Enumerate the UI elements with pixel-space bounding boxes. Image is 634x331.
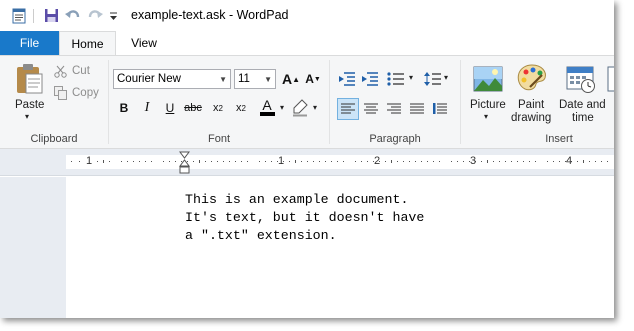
cut-icon[interactable] bbox=[53, 64, 67, 78]
ribbon-home: Paste ▾ Cut Copy Clipboard Courier New ▼… bbox=[0, 55, 614, 149]
text-color-icon[interactable]: A bbox=[257, 97, 277, 117]
bullets-icon[interactable] bbox=[385, 69, 407, 89]
clipboard-group-label: Clipboard bbox=[30, 133, 78, 145]
group-separator bbox=[460, 60, 461, 144]
wordpad-window: example-text.ask - WordPad File Home Vie… bbox=[0, 0, 614, 318]
highlight-color-icon[interactable] bbox=[291, 98, 309, 118]
document-canvas: This is an example document. It's text, … bbox=[0, 177, 614, 318]
title-separator bbox=[33, 9, 34, 23]
picture-dropdown-icon[interactable]: ▾ bbox=[484, 112, 488, 121]
paint-drawing-icon[interactable] bbox=[515, 62, 549, 94]
grow-font-icon[interactable]: A ▲ bbox=[281, 69, 301, 89]
document-page[interactable]: This is an example document. It's text, … bbox=[66, 177, 614, 318]
font-group-label: Font bbox=[207, 133, 230, 145]
ruler-ticks bbox=[71, 160, 608, 163]
ruler[interactable]: 1 1 2 3 4 bbox=[0, 149, 614, 176]
line-spacing-icon[interactable] bbox=[423, 69, 443, 89]
customize-toolbar-icon[interactable] bbox=[107, 7, 119, 24]
paste-dropdown-icon[interactable]: ▾ bbox=[25, 112, 29, 121]
insert-group-label: Insert bbox=[545, 133, 573, 145]
superscript-icon[interactable]: x2 bbox=[231, 98, 251, 118]
paint-drawing-label-2[interactable]: drawing bbox=[511, 112, 551, 124]
paragraph-group-label: Paragraph bbox=[369, 133, 421, 145]
date-time-icon[interactable] bbox=[565, 63, 597, 95]
document-line[interactable]: It's text, but it doesn't have bbox=[185, 210, 424, 225]
ruler-number: 3 bbox=[470, 155, 477, 167]
paint-drawing-label-1[interactable]: Paint bbox=[518, 99, 544, 111]
ribbon-tabs: File Home View bbox=[0, 31, 614, 56]
indent-marker-icon[interactable] bbox=[179, 151, 190, 175]
chevron-down-icon[interactable]: ▾ bbox=[444, 73, 448, 82]
copy-icon[interactable] bbox=[53, 85, 67, 100]
ruler-number: 4 bbox=[566, 155, 573, 167]
align-right-icon[interactable] bbox=[384, 99, 404, 119]
chevron-down-icon: ▼ bbox=[219, 75, 227, 84]
wordpad-app-icon[interactable] bbox=[10, 7, 28, 24]
ruler-number: 1 bbox=[86, 155, 93, 167]
document-line[interactable]: This is an example document. bbox=[185, 192, 408, 207]
font-size-value: 11 bbox=[238, 73, 250, 85]
strikethrough-icon[interactable]: abc bbox=[183, 98, 203, 118]
align-left-icon[interactable] bbox=[337, 98, 359, 120]
decrease-indent-icon[interactable] bbox=[337, 69, 357, 89]
redo-icon[interactable] bbox=[86, 7, 104, 24]
tab-file[interactable]: File bbox=[0, 31, 59, 55]
document-line[interactable]: a ".txt" extension. bbox=[185, 228, 337, 243]
tab-view[interactable]: View bbox=[116, 31, 172, 55]
save-icon[interactable] bbox=[42, 7, 60, 24]
paste-button[interactable]: Paste bbox=[15, 99, 44, 111]
insert-object-icon[interactable] bbox=[607, 64, 614, 94]
tab-home[interactable]: Home bbox=[59, 31, 116, 56]
picture-icon[interactable] bbox=[472, 64, 504, 94]
font-family-select[interactable]: Courier New ▼ bbox=[113, 69, 231, 89]
group-separator bbox=[329, 60, 330, 144]
window-title: example-text.ask - WordPad bbox=[131, 8, 289, 22]
ruler-number: 2 bbox=[374, 155, 381, 167]
date-time-label-1[interactable]: Date and bbox=[559, 99, 606, 111]
increase-indent-icon[interactable] bbox=[360, 69, 380, 89]
ruler-strip bbox=[66, 155, 614, 169]
paste-icon[interactable] bbox=[13, 62, 45, 96]
copy-button[interactable]: Copy bbox=[72, 87, 99, 99]
shrink-font-icon[interactable]: A ▼ bbox=[303, 69, 323, 89]
group-separator bbox=[108, 60, 109, 144]
font-size-select[interactable]: 11 ▼ bbox=[234, 69, 276, 89]
picture-button[interactable]: Picture bbox=[470, 99, 506, 111]
font-family-value: Courier New bbox=[117, 73, 181, 85]
title-bar: example-text.ask - WordPad bbox=[0, 0, 614, 31]
paragraph-dialog-icon[interactable] bbox=[430, 99, 450, 119]
subscript-icon[interactable]: x2 bbox=[208, 98, 228, 118]
justify-icon[interactable] bbox=[407, 99, 427, 119]
underline-icon[interactable]: U bbox=[160, 98, 180, 118]
cut-button[interactable]: Cut bbox=[72, 65, 90, 77]
chevron-down-icon: ▼ bbox=[264, 75, 272, 84]
ruler-number: 1 bbox=[278, 155, 285, 167]
italic-icon[interactable]: I bbox=[137, 98, 157, 118]
undo-icon[interactable] bbox=[64, 7, 82, 24]
chevron-down-icon[interactable]: ▾ bbox=[280, 103, 284, 112]
chevron-down-icon[interactable]: ▾ bbox=[313, 103, 317, 112]
chevron-down-icon[interactable]: ▾ bbox=[409, 73, 413, 82]
align-center-icon[interactable] bbox=[361, 99, 381, 119]
date-time-label-2[interactable]: time bbox=[572, 112, 594, 124]
bold-icon[interactable]: B bbox=[114, 98, 134, 118]
